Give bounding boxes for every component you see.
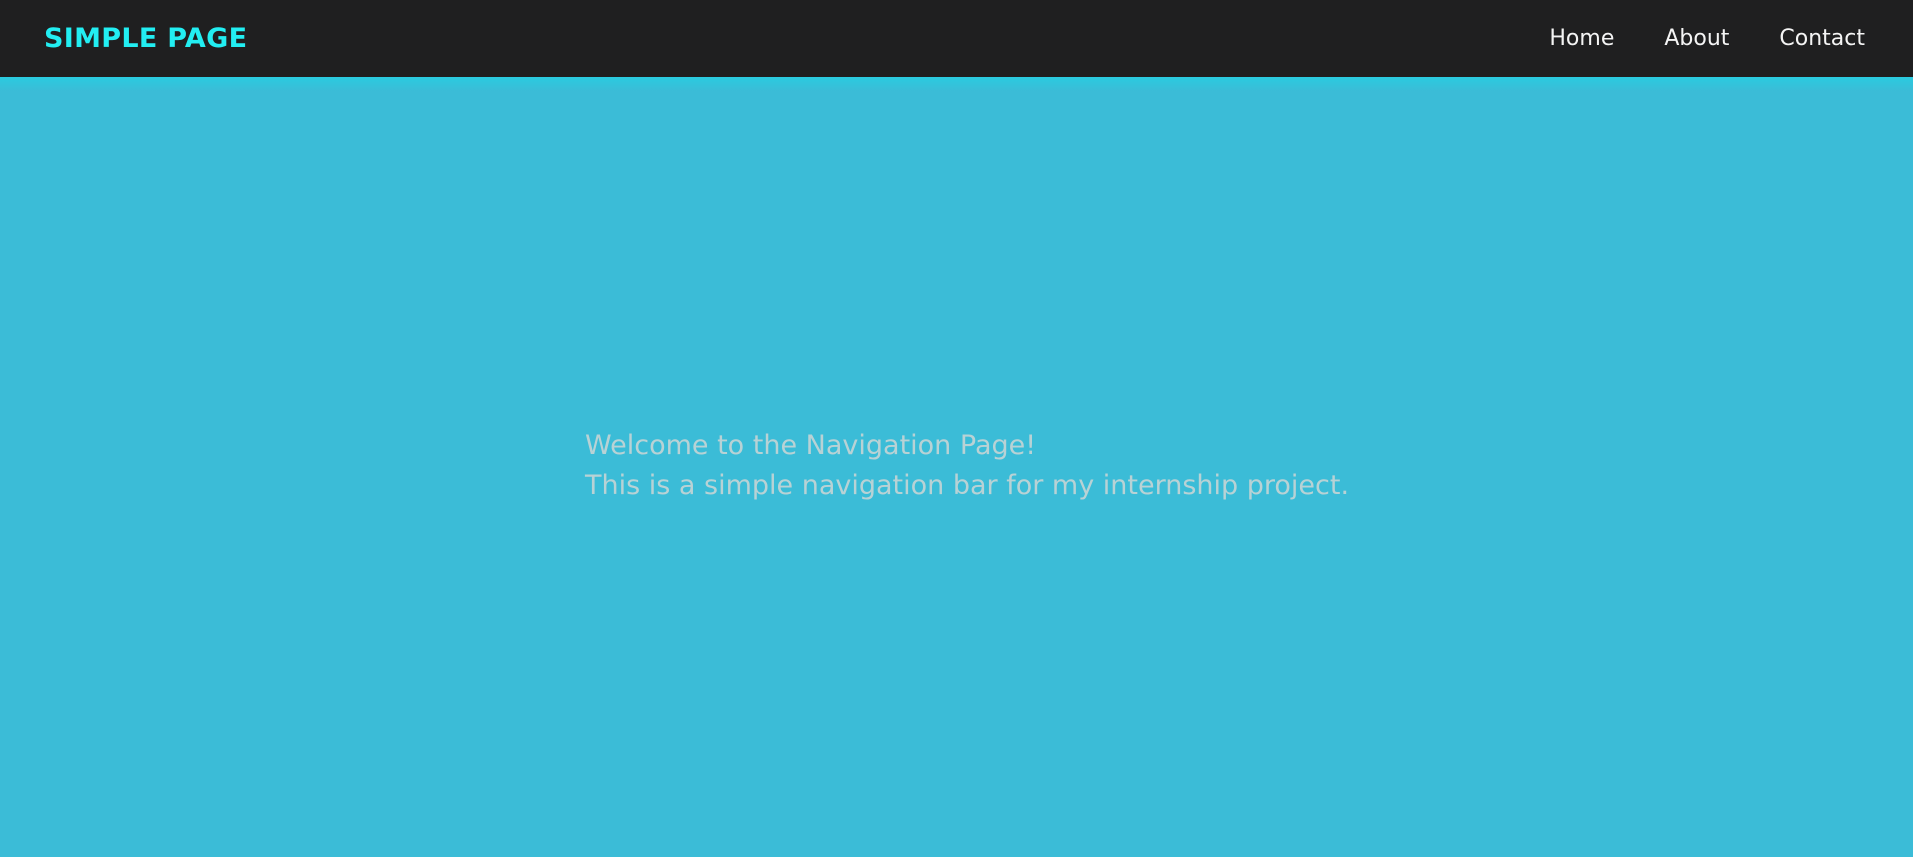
hero-subtext: This is a simple navigation bar for my i… — [585, 470, 1350, 501]
navbar: SIMPLE PAGE Home About Contact — [0, 0, 1913, 91]
nav-links: Home About Contact — [1549, 26, 1865, 51]
hero-message: Welcome to the Navigation Page! This is … — [585, 426, 1349, 506]
nav-link-about[interactable]: About — [1664, 26, 1729, 51]
nav-link-contact[interactable]: Contact — [1779, 26, 1865, 51]
hero-heading: Welcome to the Navigation Page! — [585, 430, 1037, 461]
brand-logo-text[interactable]: SIMPLE PAGE — [44, 23, 247, 54]
nav-link-home[interactable]: Home — [1549, 26, 1614, 51]
